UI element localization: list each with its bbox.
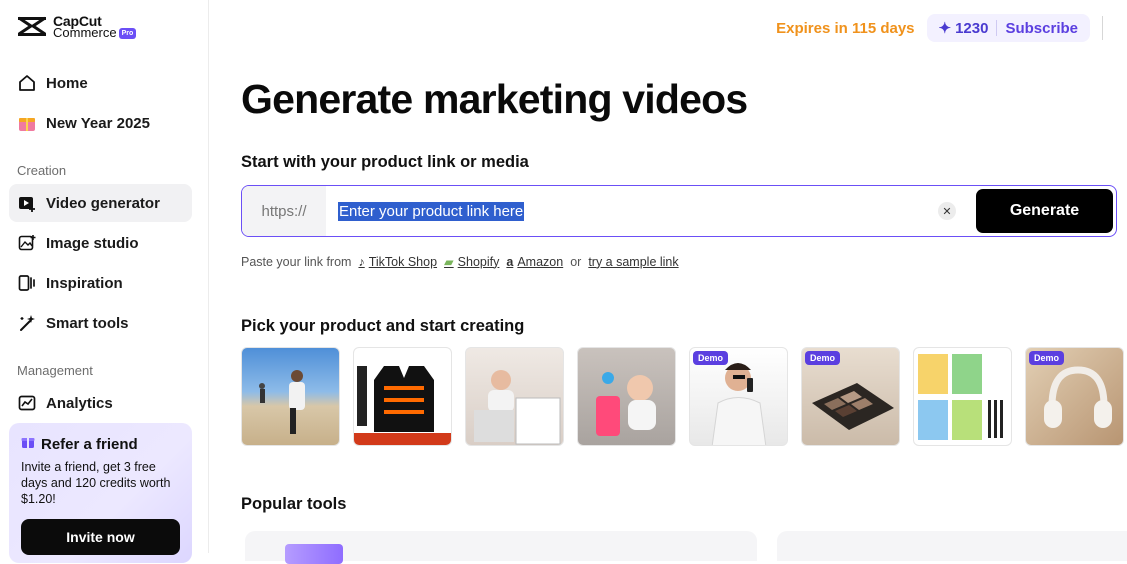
beach-scene-icon	[259, 370, 305, 434]
popular-tools-label: Popular tools	[241, 495, 347, 513]
baby-box-icon	[474, 370, 561, 445]
creation-section-label: Creation	[17, 163, 67, 178]
pro-badge: Pro	[118, 28, 137, 40]
sidebar-item-label: New Year 2025	[46, 114, 150, 132]
product-link-input[interactable]: Enter your product link here	[326, 186, 938, 236]
product-thumbnail[interactable]: Demo	[1025, 347, 1124, 446]
product-thumbnail[interactable]	[577, 347, 676, 446]
product-thumbnail[interactable]: Demo	[801, 347, 900, 446]
paste-link-hint: Paste your link from ♪ TikTok Shop ▰ Sho…	[241, 254, 679, 270]
sidebar-item-video-generator[interactable]: Video generator	[9, 184, 192, 222]
capcut-logo-icon	[18, 16, 46, 36]
gift-icon	[18, 114, 36, 132]
management-section-label: Management	[17, 363, 93, 378]
refer-a-friend-card: Refer a friend Invite a friend, get 3 fr…	[9, 423, 192, 563]
refer-title: Refer a friend	[41, 435, 138, 453]
sidebar-item-label: Smart tools	[46, 314, 129, 332]
gift-icon	[21, 435, 35, 453]
home-icon	[18, 74, 36, 92]
generate-button[interactable]: Generate	[976, 189, 1113, 233]
refer-description: Invite a friend, get 3 free days and 120…	[21, 460, 171, 506]
invite-now-button[interactable]: Invite now	[21, 519, 180, 555]
paste-lead: Paste your link from	[241, 254, 352, 269]
product-thumbnail[interactable]	[465, 347, 564, 446]
product-thumbnail[interactable]: Demo	[689, 347, 788, 446]
tool-icon	[285, 544, 343, 564]
sidebar-item-label: Analytics	[46, 394, 113, 412]
product-thumbnail[interactable]	[913, 347, 1012, 446]
tiktok-icon: ♪	[358, 254, 365, 269]
tool-card[interactable]	[245, 531, 757, 564]
video-plus-icon	[18, 194, 36, 212]
start-label: Start with your product link or media	[241, 153, 529, 171]
shopify-link[interactable]: ▰ Shopify	[444, 254, 500, 270]
demo-badge: Demo	[805, 351, 841, 365]
sidebar-item-label: Home	[46, 74, 88, 92]
product-thumbnails: Demo Demo Demo	[241, 347, 1124, 446]
tiktok-shop-link[interactable]: ♪ TikTok Shop	[358, 255, 437, 269]
tool-card[interactable]	[777, 531, 1127, 561]
inspiration-icon	[18, 274, 36, 292]
chart-line-icon	[18, 394, 36, 412]
main-content: Generate marketing videos Start with you…	[209, 0, 1127, 564]
image-plus-icon	[18, 234, 36, 252]
sidebar-item-inspiration[interactable]: Inspiration	[9, 264, 192, 302]
brand-logo[interactable]: CapCut Commerce Pro	[17, 14, 137, 40]
or-text: or	[570, 254, 582, 269]
workbooks-icon	[918, 354, 1003, 440]
sidebar-item-smart-tools[interactable]: Smart tools	[9, 304, 192, 342]
sample-link[interactable]: try a sample link	[588, 255, 678, 269]
sidebar-item-label: Inspiration	[46, 274, 123, 292]
sidebar: CapCut Commerce Pro Home New Year 2025 Cr…	[0, 0, 209, 563]
sidebar-item-label: Image studio	[46, 234, 139, 252]
sidebar-item-home[interactable]: Home	[9, 64, 192, 102]
pick-product-label: Pick your product and start creating	[241, 317, 525, 335]
amazon-label: Amazon	[517, 254, 564, 269]
product-link-box: https:// Enter your product link here ✕ …	[241, 185, 1117, 237]
shopify-icon: ▰	[444, 255, 454, 269]
url-prefix: https://	[242, 186, 326, 236]
clear-icon[interactable]: ✕	[938, 202, 956, 220]
sidebar-item-new-year[interactable]: New Year 2025	[9, 104, 192, 142]
shopify-label: Shopify	[457, 254, 500, 269]
product-link-text: Enter your product link here	[338, 201, 525, 221]
demo-badge: Demo	[693, 351, 729, 365]
sidebar-item-image-studio[interactable]: Image studio	[9, 224, 192, 262]
product-thumbnail[interactable]	[241, 347, 340, 446]
tiktok-shop-label: TikTok Shop	[368, 254, 438, 269]
amazon-icon: a	[506, 254, 514, 269]
baby-walker-icon	[596, 372, 656, 436]
page-title: Generate marketing videos	[241, 76, 748, 122]
sidebar-item-analytics[interactable]: Analytics	[9, 384, 192, 422]
amazon-link[interactable]: a Amazon	[506, 255, 563, 269]
demo-badge: Demo	[1029, 351, 1065, 365]
heated-vest-icon	[354, 366, 451, 445]
product-thumbnail[interactable]	[353, 347, 452, 446]
brand-subname: Commerce	[53, 24, 117, 40]
sidebar-item-label: Video generator	[46, 194, 160, 212]
magic-wand-icon	[18, 314, 36, 332]
